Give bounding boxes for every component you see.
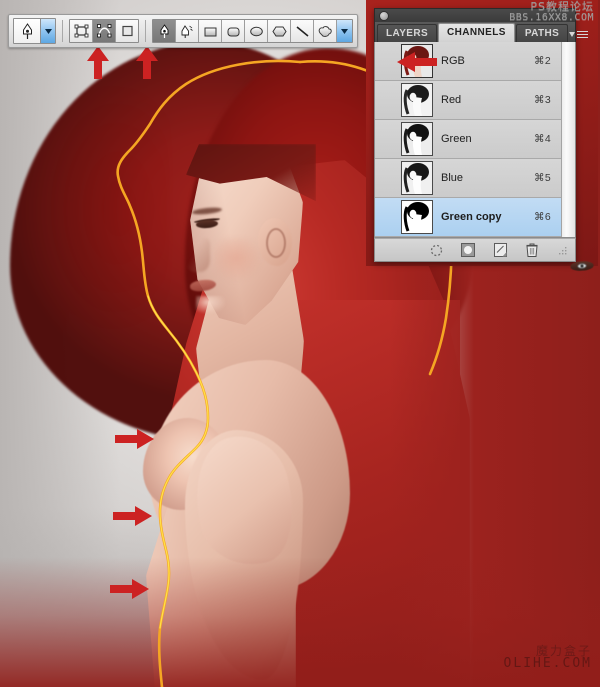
- pen-tool-icon[interactable]: [153, 20, 176, 42]
- new-channel-icon[interactable]: [492, 242, 508, 258]
- paths-icon[interactable]: [93, 20, 116, 42]
- geometry-options-caret-icon[interactable]: [337, 20, 352, 42]
- tool-preset-caret-icon[interactable]: [40, 19, 55, 43]
- channel-thumbnail[interactable]: [401, 122, 433, 156]
- watermark-bottom: 魔力盒子 OLIHE.COM: [504, 645, 592, 671]
- watermark-top-line1: PS教程论坛: [509, 1, 594, 13]
- channel-shortcut: ⌘3: [534, 94, 561, 106]
- channel-thumbnail[interactable]: [401, 83, 433, 117]
- options-bar[interactable]: [8, 14, 358, 48]
- annotation-arrow-torso: [113, 505, 153, 527]
- pen-tool-icon: [14, 19, 40, 43]
- channel-name: Green: [441, 133, 534, 145]
- annotation-arrow-paths-mode: [86, 46, 110, 80]
- shape-mode-group[interactable]: [69, 19, 139, 43]
- ear-inner: [266, 228, 286, 258]
- channel-shortcut: ⌘4: [534, 133, 561, 145]
- active-tool-well[interactable]: [13, 18, 56, 44]
- channel-thumbnail[interactable]: [401, 161, 433, 195]
- resize-grip-icon[interactable]: [558, 246, 567, 255]
- annotation-arrow-hip: [110, 578, 150, 600]
- table-row[interactable]: Red ⌘3: [375, 81, 561, 120]
- annotation-arrow-rgb-thumbnail: [396, 52, 438, 72]
- panel-footer[interactable]: [374, 238, 576, 262]
- line-icon[interactable]: [291, 20, 314, 42]
- shape-tool-group[interactable]: [152, 19, 353, 43]
- channel-name: Red: [441, 94, 534, 106]
- fill-pixels-icon[interactable]: [116, 20, 138, 42]
- channel-shortcut: ⌘5: [534, 172, 561, 184]
- annotation-arrow-shoulder: [115, 428, 155, 450]
- watermark-top-line2: BBS.16XX8.COM: [509, 13, 594, 24]
- polygon-icon[interactable]: [268, 20, 291, 42]
- panel-menu-lines-icon: [577, 29, 588, 40]
- channel-shortcut: ⌘2: [534, 55, 561, 67]
- trash-icon[interactable]: [524, 242, 540, 258]
- load-selection-icon[interactable]: [428, 242, 444, 258]
- panel-tab-strip[interactable]: LAYERS CHANNELS PATHS: [374, 22, 576, 42]
- shape-layers-icon[interactable]: [70, 20, 93, 42]
- ellipse-icon[interactable]: [245, 20, 268, 42]
- close-icon[interactable]: [379, 11, 389, 21]
- watermark-top: PS教程论坛 BBS.16XX8.COM: [509, 1, 594, 23]
- watermark-bottom-line2: OLIHE.COM: [504, 657, 592, 671]
- toolbar-separator-2: [145, 20, 146, 42]
- freeform-pen-icon[interactable]: [176, 20, 199, 42]
- face-cheek: [214, 238, 262, 282]
- channel-name: RGB: [441, 55, 534, 67]
- tab-channels[interactable]: CHANNELS: [438, 23, 515, 42]
- channel-name: Green copy: [441, 211, 534, 223]
- table-row[interactable]: Green copy ⌘6: [375, 198, 561, 237]
- table-row[interactable]: Green ⌘4: [375, 120, 561, 159]
- face-nose: [184, 238, 210, 272]
- vertical-scrollbar[interactable]: [561, 42, 575, 237]
- toolbar-separator-1: [62, 20, 63, 42]
- channel-thumbnail[interactable]: [401, 200, 433, 234]
- channel-shortcut: ⌘6: [534, 211, 561, 223]
- table-row[interactable]: Blue ⌘5: [375, 159, 561, 198]
- channel-name: Blue: [441, 172, 534, 184]
- tab-layers[interactable]: LAYERS: [377, 24, 437, 42]
- rectangle-icon[interactable]: [199, 20, 222, 42]
- tab-paths[interactable]: PATHS: [516, 24, 568, 42]
- save-selection-icon[interactable]: [460, 242, 476, 258]
- face-chin: [196, 296, 226, 314]
- rounded-rectangle-icon[interactable]: [222, 20, 245, 42]
- panel-menu-icon[interactable]: [569, 29, 594, 42]
- annotation-arrow-pen-tool: [135, 46, 159, 80]
- channels-panel[interactable]: LAYERS CHANNELS PATHS: [374, 8, 576, 262]
- custom-shape-icon[interactable]: [314, 20, 337, 42]
